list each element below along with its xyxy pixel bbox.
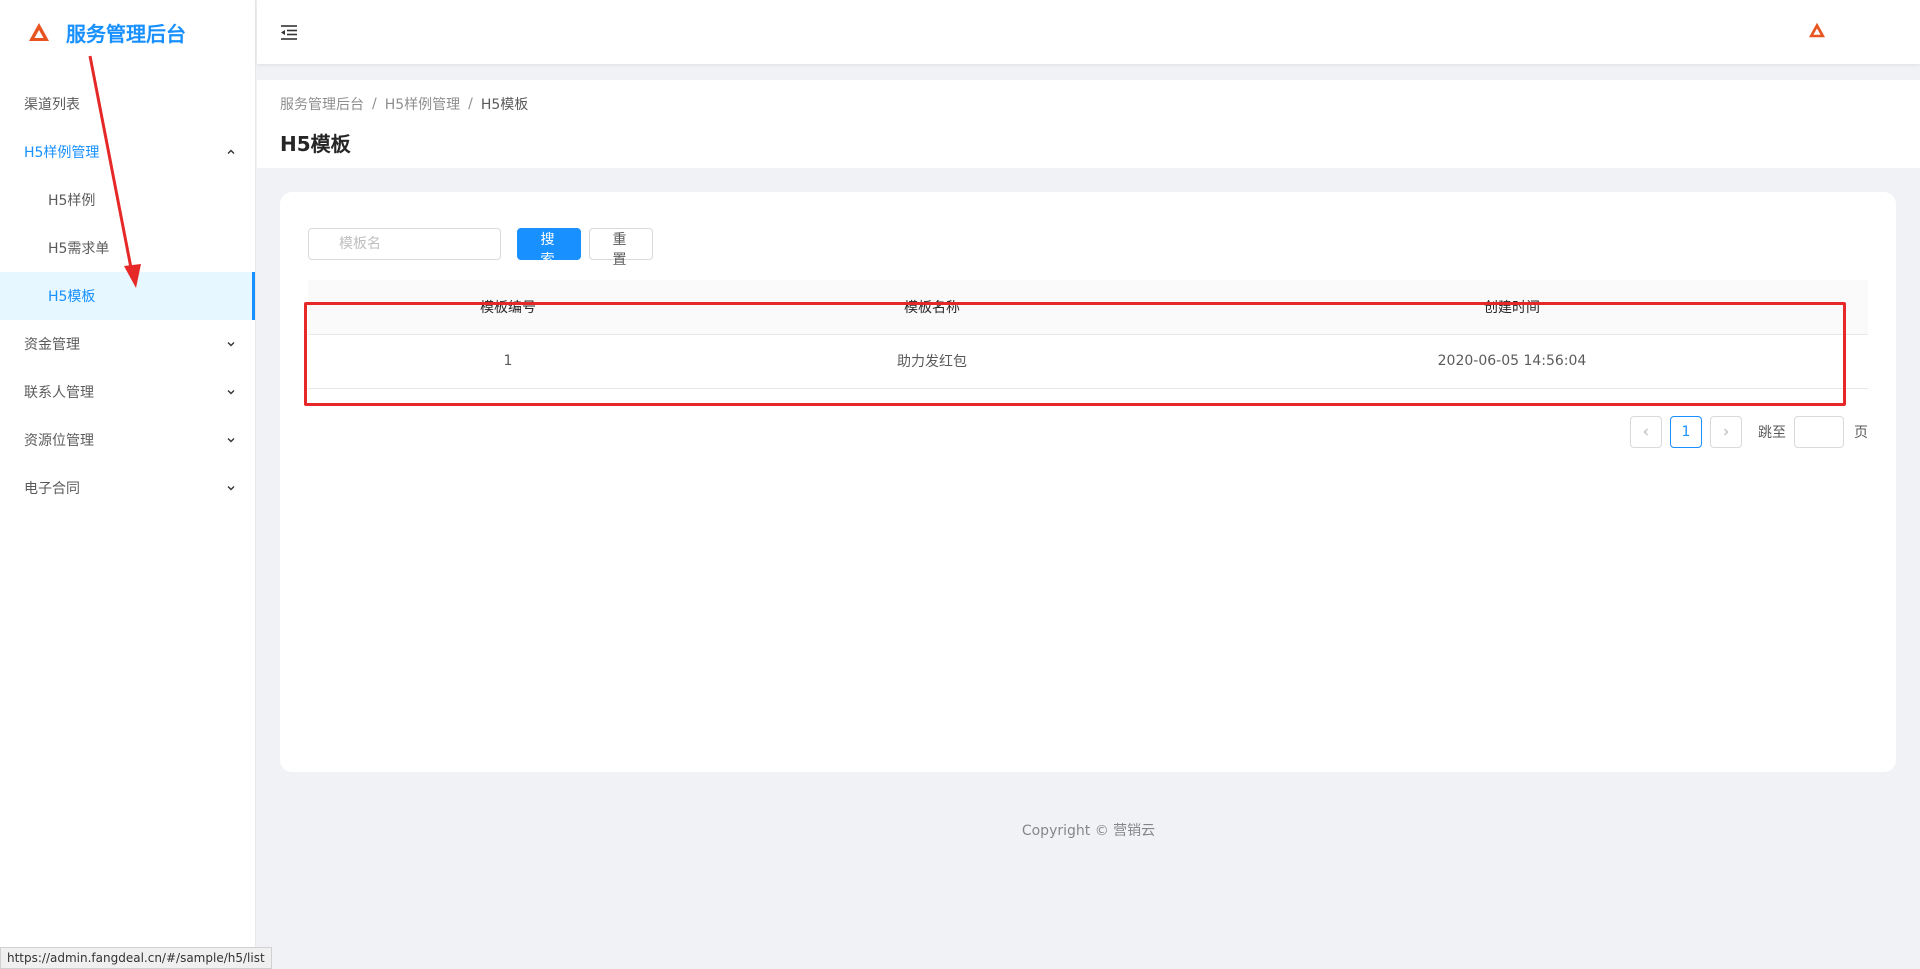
jump-to-page-input[interactable] [1794, 416, 1844, 448]
sidebar-item-h5-sample-management[interactable]: H5样例管理 [0, 128, 255, 176]
prev-page-button[interactable] [1630, 416, 1662, 448]
sidebar-item-e-contract[interactable]: 电子合同 [0, 464, 255, 512]
template-table: 模板编号 模板名称 创建时间 1 助力发红包 2020-06-05 14:56:… [308, 280, 1868, 389]
cell-template-name: 助力发红包 [708, 334, 1156, 389]
top-header [257, 0, 1920, 64]
app-title: 服务管理后台 [66, 21, 186, 46]
table-header-row: 模板编号 模板名称 创建时间 [308, 280, 1868, 335]
chevron-down-icon [225, 386, 237, 398]
sidebar-item-h5-template[interactable]: H5模板 [0, 272, 255, 320]
cell-created-time: 2020-06-05 14:56:04 [1156, 334, 1868, 389]
chevron-up-icon [225, 146, 237, 158]
sidebar-item-fund-management[interactable]: 资金管理 [0, 320, 255, 368]
chevron-down-icon [225, 338, 237, 350]
column-header-template-id[interactable]: 模板编号 [308, 280, 708, 335]
jump-to-suffix: 页 [1854, 425, 1868, 441]
sidebar-item-label: 电子合同 [24, 481, 80, 497]
search-button[interactable]: 搜索 [517, 228, 581, 268]
logo-icon [28, 21, 50, 43]
chevron-down-icon [225, 482, 237, 494]
sidebar-item-label: H5模板 [48, 289, 96, 305]
sidebar-item-label: H5样例 [48, 193, 96, 209]
chevron-down-icon [225, 434, 237, 446]
breadcrumb-item-h5-sample-management[interactable]: H5样例管理 [385, 94, 460, 114]
content-card: 搜索 重置 模板编号 模板名称 创建时间 1 助力发红包 2020-06-05 … [280, 192, 1896, 772]
sidebar-item-h5-sample[interactable]: H5样例 [0, 176, 255, 224]
sidebar-item-contact-management[interactable]: 联系人管理 [0, 368, 255, 416]
logo[interactable]: 服务管理后台 [0, 0, 255, 64]
pagination: 1 跳至 页 [1622, 416, 1868, 448]
sidebar-item-channel-list[interactable]: 渠道列表 [0, 80, 255, 128]
chevron-left-icon [1643, 428, 1648, 436]
sidebar-item-label: 联系人管理 [24, 385, 94, 401]
sidebar-item-resource-management[interactable]: 资源位管理 [0, 416, 255, 464]
sidebar-item-label: H5样例管理 [24, 145, 100, 161]
table-row[interactable]: 1 助力发红包 2020-06-05 14:56:04 [308, 334, 1868, 389]
sidebar-item-label: 资金管理 [24, 337, 80, 353]
column-header-created-time[interactable]: 创建时间 [1156, 280, 1868, 335]
breadcrumb-item-home[interactable]: 服务管理后台 [280, 94, 364, 114]
reset-button[interactable]: 重置 [589, 228, 653, 268]
page-number-button[interactable]: 1 [1670, 416, 1702, 448]
sidebar-item-h5-requirement[interactable]: H5需求单 [0, 224, 255, 272]
sidebar-menu: 渠道列表 H5样例管理 H5样例 H5需求单 H5模板 资金管理 联系人管理 资… [0, 80, 255, 512]
breadcrumb-separator: / [468, 96, 473, 112]
breadcrumb: 服务管理后台 / H5样例管理 / H5模板 [280, 92, 1896, 116]
jump-to-label: 跳至 [1758, 425, 1786, 441]
breadcrumb-item-current: H5模板 [480, 97, 529, 113]
menu-fold-icon[interactable] [279, 22, 299, 42]
column-header-template-name[interactable]: 模板名称 [708, 280, 1156, 335]
search-bar: 搜索 重置 [308, 228, 1868, 268]
next-page-button[interactable] [1710, 416, 1742, 448]
breadcrumb-separator: / [372, 96, 377, 112]
sidebar-item-label: 渠道列表 [24, 97, 80, 113]
sidebar-item-label: H5需求单 [48, 241, 110, 257]
page-title: H5模板 [280, 132, 351, 156]
status-bar-url: https://admin.fangdeal.cn/#/sample/h5/li… [0, 947, 272, 969]
cell-template-id: 1 [308, 334, 708, 389]
template-name-search-input[interactable] [308, 228, 501, 260]
page-header: 服务管理后台 / H5样例管理 / H5模板 H5模板 [257, 80, 1920, 168]
sidebar: 服务管理后台 渠道列表 H5样例管理 H5样例 H5需求单 H5模板 资金管理 … [0, 0, 256, 969]
footer-copyright: Copyright © 营销云 [1021, 823, 1156, 839]
chevron-right-icon [1724, 428, 1729, 436]
sidebar-item-label: 资源位管理 [24, 433, 94, 449]
avatar[interactable] [1808, 22, 1826, 40]
